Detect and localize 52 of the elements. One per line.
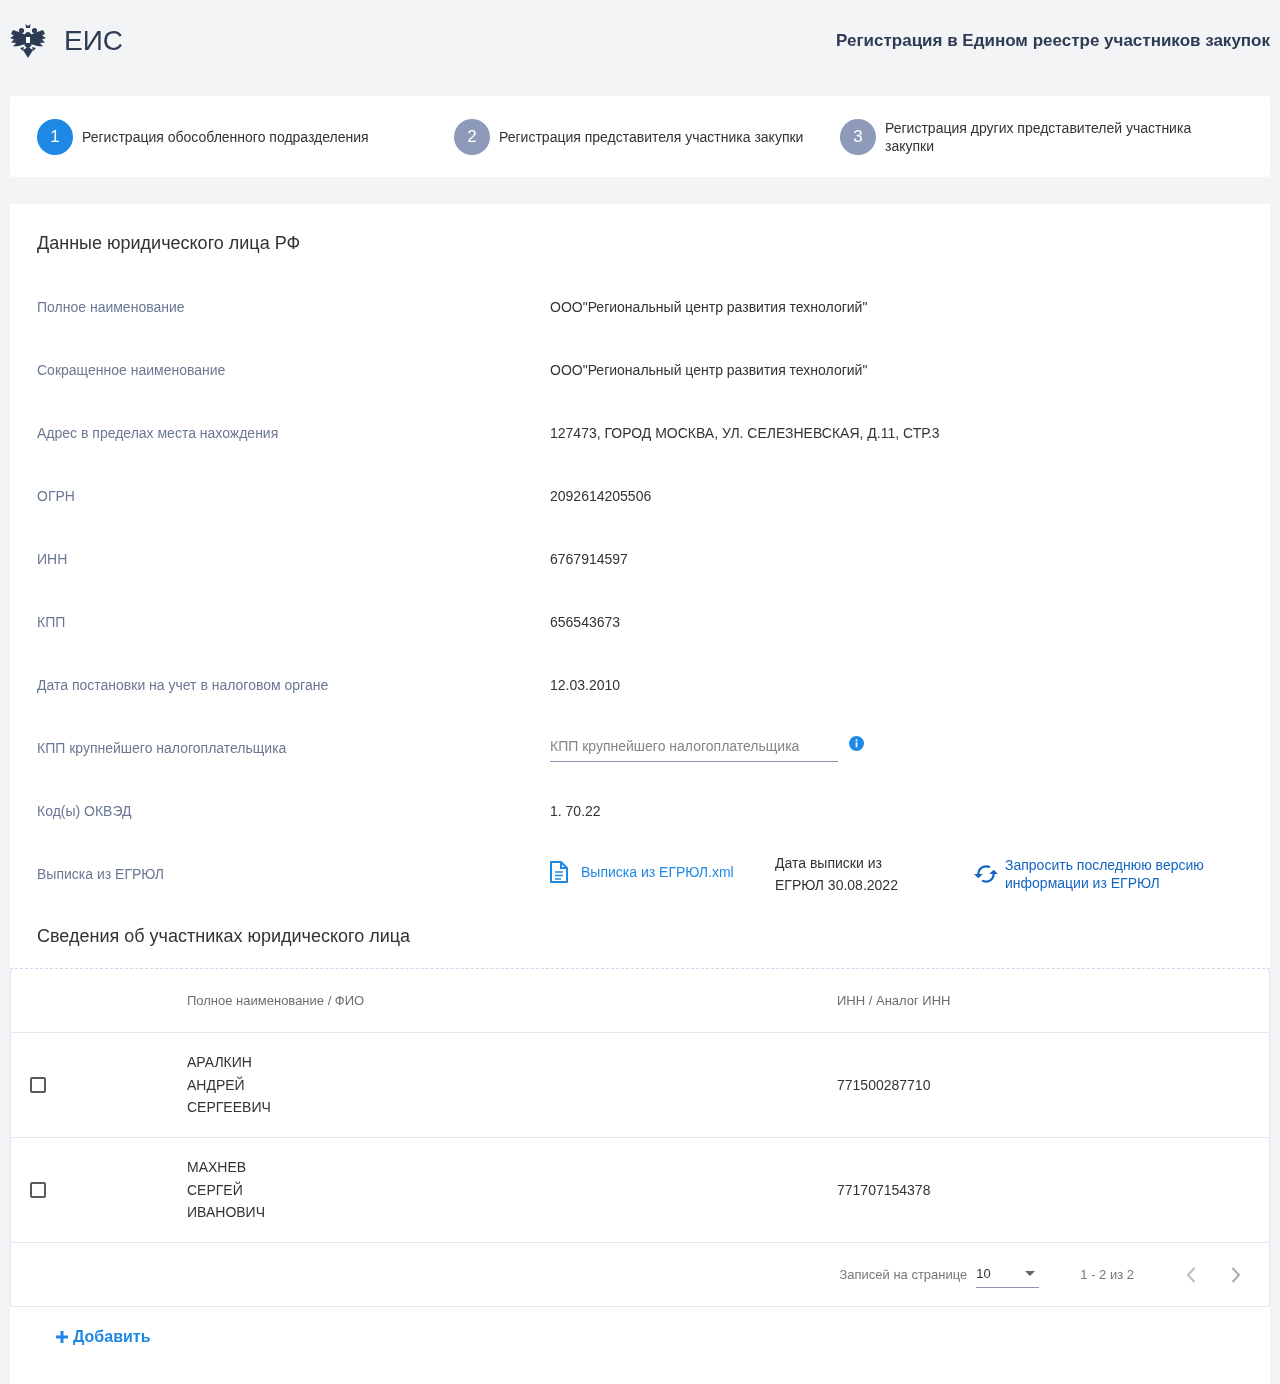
field-label: Дата постановки на учет в налоговом органе [37, 676, 330, 693]
eagle-emblem-icon [10, 23, 46, 59]
info-icon[interactable] [849, 736, 864, 751]
field-value: 1. 70.22 [550, 802, 602, 819]
field-label: Полное наименование [37, 298, 186, 315]
rows-per-page-select[interactable]: 10 [976, 1261, 1040, 1288]
field-value: 656543673 [550, 613, 622, 630]
add-button[interactable]: Добавить [56, 1328, 151, 1346]
field-label: КПП крупнейшего налогоплательщика [37, 739, 288, 756]
rows-per-page-label: Записей на странице [839, 1267, 968, 1282]
plus-icon [56, 1331, 68, 1343]
step-number: 1 [37, 118, 73, 155]
field-value: ООО"Региональный центр развития технологий" [550, 361, 869, 378]
table-cell-text: МАХНЕВ СЕРГЕЙ ИВАНОВИЧ [187, 1158, 265, 1223]
field-value: ООО"Региональный центр развития технологий" [550, 298, 869, 315]
input-field[interactable]: КПП крупнейшего налогоплательщика [550, 733, 838, 762]
field-label: Выписка из ЕГРЮЛ [37, 865, 165, 882]
refresh-link[interactable]: Запросить последнюю версию информации из ЕГРЮЛ [974, 855, 1230, 892]
extract-date: Дата выписки из ЕГРЮЛ 30.08.2022 [775, 853, 899, 895]
field-label: ОГРН [37, 487, 76, 504]
table-cell: 771500287710 [837, 1077, 931, 1093]
checkbox[interactable] [30, 1077, 46, 1093]
step-label: Регистрация представителя участника закупки [499, 127, 804, 146]
table-cell: 771707154378 [837, 1182, 931, 1198]
step-number: 3 [840, 118, 876, 155]
page-range: 1 - 2 из 2 [1080, 1267, 1134, 1282]
field-label: Код(ы) ОКВЭД [37, 802, 133, 819]
field-value: 127473, ГОРОД МОСКВА, УЛ. СЕЛЕЗНЕВСКАЯ, Д.11, СТР.3 [550, 424, 941, 441]
section-title: Сведения об участниках юридического лица [36, 925, 412, 948]
column-header: ИНН / Аналог ИНН [837, 993, 952, 1008]
field-value: 12.03.2010 [550, 676, 622, 693]
table-cell-text: АРАЛКИН АНДРЕЙ СЕРГЕЕВИЧ [187, 1053, 271, 1118]
step-label: Регистрация других представителей участника закупки [885, 118, 1193, 155]
field-value: 2092614205506 [550, 487, 653, 504]
checkbox[interactable] [30, 1182, 46, 1198]
column-header: Полное наименование / ФИО [187, 993, 366, 1008]
step-label: Регистрация обособленного подразделения [82, 127, 369, 146]
field-label: ИНН [37, 550, 69, 567]
refresh-icon [974, 864, 998, 883]
document-icon [550, 860, 568, 883]
field-value: 6767914597 [550, 550, 629, 567]
field-label: Адрес в пределах места нахождения [37, 424, 280, 441]
field-label: Сокращенное наименование [37, 361, 227, 378]
field-label: КПП [37, 613, 67, 630]
file-link[interactable]: Выписка из ЕГРЮЛ.xml [550, 860, 734, 883]
caret-down-icon [1025, 1271, 1036, 1276]
step-number: 2 [454, 118, 490, 155]
page-title: Регистрация в Едином реестре участников закупок [836, 31, 1270, 51]
chevron-left-icon [1186, 1266, 1196, 1283]
brand-name: ЕИС [64, 25, 124, 57]
chevron-right-icon [1231, 1266, 1241, 1283]
section-title: Данные юридического лица РФ [36, 232, 302, 255]
